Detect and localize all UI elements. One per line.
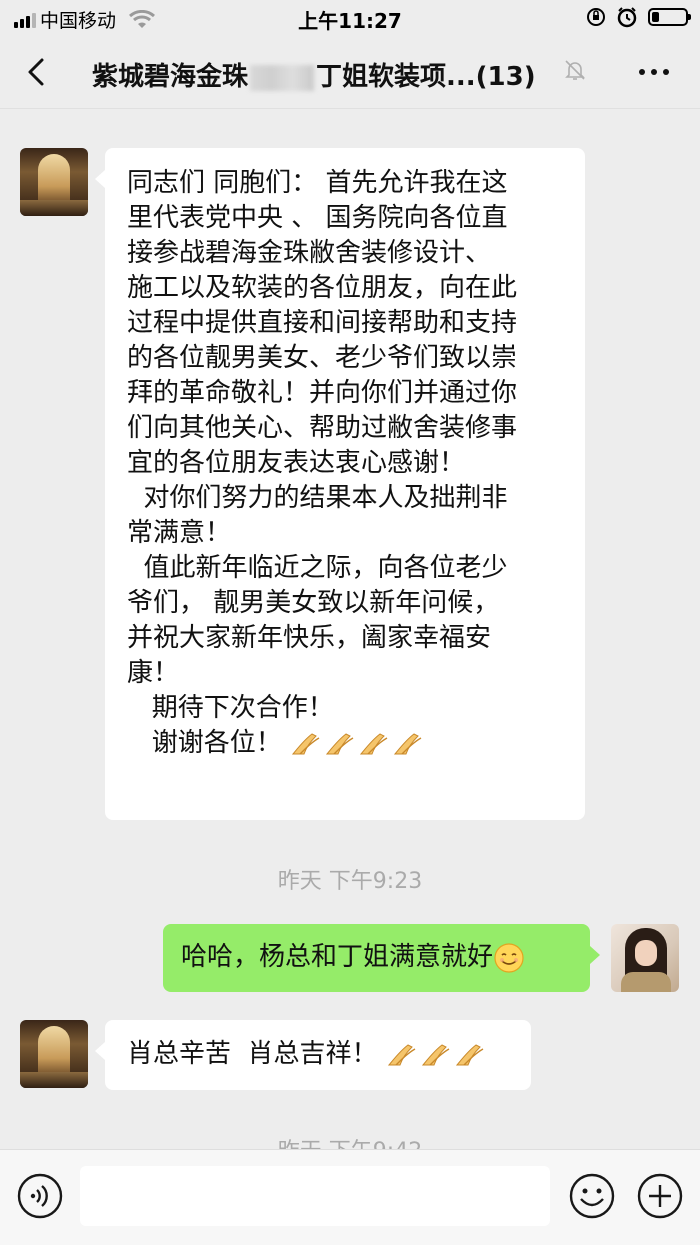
message-timestamp: 昨天 下午9:42 <box>0 1133 700 1149</box>
clap-emoji-icon <box>387 1043 416 1065</box>
chat-message-list[interactable]: 同志们 同胞们： 首先允许我在这 里代表党中央 、 国务院向各位直 接参战碧海金… <box>0 109 700 1149</box>
clap-emoji-group <box>290 730 424 758</box>
message-line: 过程中提供直接和间接帮助和支持 <box>127 308 518 338</box>
status-bar: 中国移动 上午11:27 <box>0 0 700 36</box>
message-line: 里代表党中央 、 国务院向各位直 <box>127 203 508 233</box>
message-timestamp: 昨天 下午9:23 <box>277 869 423 894</box>
message-line: 拜的革命敬礼！并向你们并通过你 <box>127 378 518 408</box>
battery-icon <box>648 8 691 26</box>
more-functions-button[interactable] <box>636 1172 684 1220</box>
member-count: (13) <box>475 62 536 92</box>
avatar[interactable] <box>20 148 88 216</box>
clap-emoji-icon <box>325 732 354 754</box>
message-line: 谢谢各位！ <box>127 728 291 758</box>
battery-level <box>652 12 659 22</box>
message-input[interactable] <box>80 1166 550 1226</box>
message-bubble[interactable]: 同志们 同胞们： 首先允许我在这 里代表党中央 、 国务院向各位直 接参战碧海金… <box>95 148 585 820</box>
clap-emoji-icon <box>393 732 422 754</box>
more-options-button[interactable] <box>634 58 674 86</box>
message-text: 肖总辛苦 肖总吉祥！ <box>127 1039 386 1069</box>
message-bubble-outgoing[interactable]: 哈哈，杨总和丁姐满意就好 <box>163 924 600 992</box>
clap-emoji-icon <box>359 732 388 754</box>
message-line: 的各位靓男美女、老少爷们致以崇 <box>127 343 518 373</box>
message-line: 并祝大家新年快乐，阖家幸福安 <box>127 623 492 653</box>
mute-bell-icon <box>565 60 585 80</box>
message-line: 康！ <box>127 658 180 688</box>
message-line: 宜的各位朋友表达衷心感谢！ <box>127 448 466 478</box>
message-line: 施工以及软装的各位朋友，向在此 <box>127 273 518 303</box>
my-avatar[interactable] <box>611 924 679 992</box>
message-line: 爷们， 靓男美女致以新年问候， <box>127 588 500 618</box>
message-line: 期待下次合作！ <box>127 693 334 723</box>
message-line: 们向其他关心、帮助过敝舍装修事 <box>127 413 518 443</box>
chat-header: 紫城碧海金珠 丁姐软装项...(13) <box>0 36 700 109</box>
input-bar <box>0 1149 700 1245</box>
redacted-name <box>250 64 315 91</box>
orientation-lock-icon <box>587 8 605 26</box>
clap-emoji-icon <box>421 1043 450 1065</box>
message-line: 同志们 同胞们： 首先允许我在这 <box>127 168 508 198</box>
message-bubble[interactable]: 肖总辛苦 肖总吉祥！ <box>95 1020 531 1090</box>
clap-emoji-group <box>386 1041 486 1069</box>
clap-emoji-icon <box>291 732 320 754</box>
clap-emoji-icon <box>455 1043 484 1065</box>
chat-title-left: 紫城碧海金珠 <box>92 62 249 92</box>
smile-emoji-icon <box>494 942 524 973</box>
emoji-button[interactable] <box>568 1172 616 1220</box>
avatar[interactable] <box>20 1020 88 1088</box>
message-line: 常满意！ <box>127 518 232 548</box>
message-line: 对你们努力的结果本人及拙荆非 <box>127 483 508 513</box>
message-line-with-emoji: 谢谢各位！ <box>127 726 567 761</box>
alarm-icon <box>617 7 637 28</box>
chat-title: 紫城碧海金珠 丁姐软装项...(13) <box>92 56 536 93</box>
back-button[interactable] <box>20 54 56 90</box>
voice-input-button[interactable] <box>16 1172 64 1220</box>
message-line: 值此新年临近之际，向各位老少 <box>127 553 508 583</box>
message-line: 接参战碧海金珠敝舍装修设计、 <box>127 238 492 268</box>
chat-title-right: 丁姐软装项... <box>316 62 476 92</box>
status-right <box>586 6 691 28</box>
message-text: 哈哈，杨总和丁姐满意就好 <box>181 942 494 972</box>
